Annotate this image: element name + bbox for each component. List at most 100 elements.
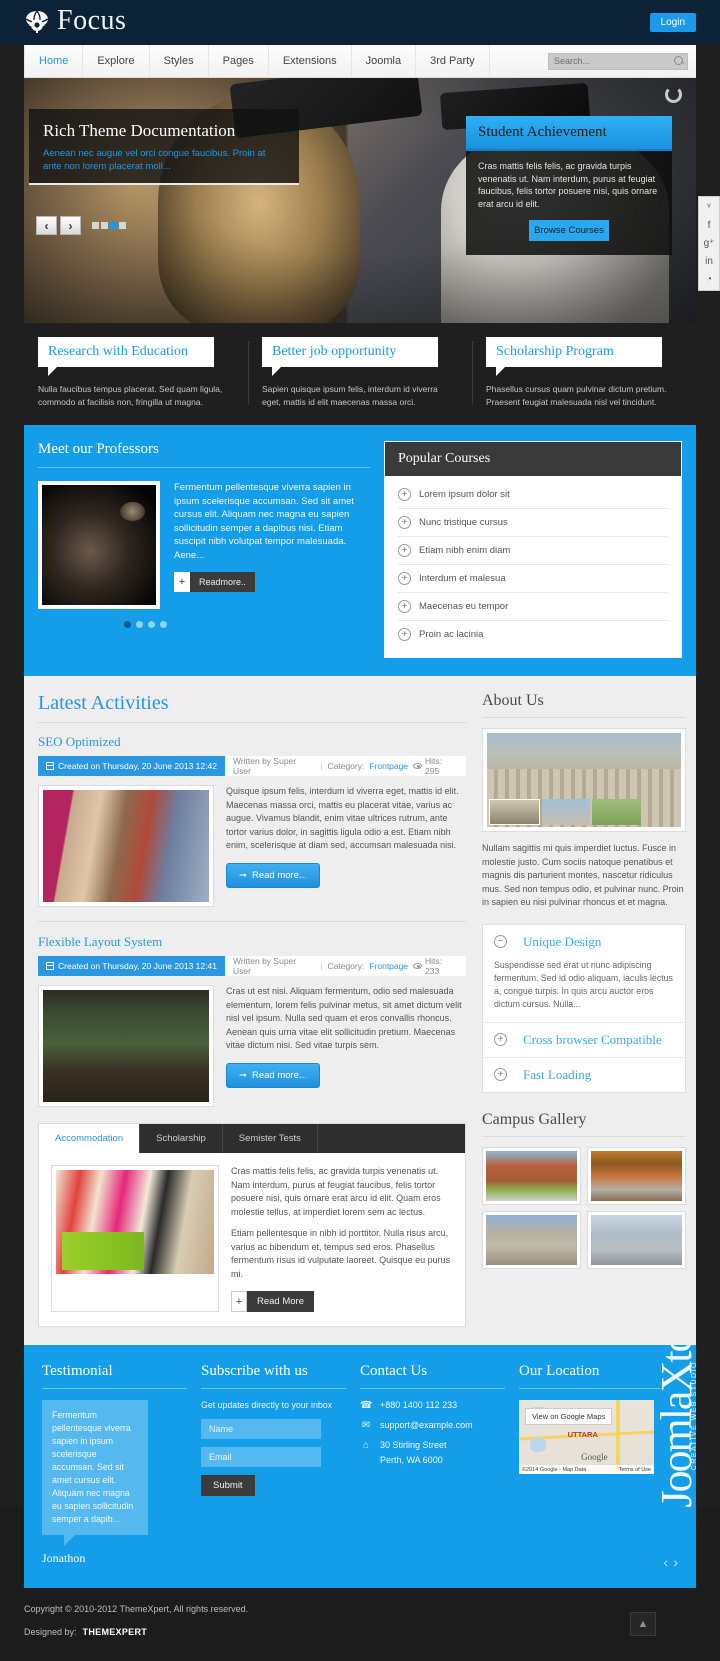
nav-item-explore[interactable]: Explore (83, 45, 150, 77)
facebook-icon[interactable]: f (708, 220, 711, 231)
feature-header: Research with Education (38, 337, 214, 376)
slider-dot[interactable] (119, 222, 126, 229)
subscribe-submit-button[interactable]: Submit (201, 1475, 255, 1496)
feature-text: Nulla faucibus tempus placerat. Sed quam… (38, 384, 223, 407)
gallery-item[interactable] (587, 1146, 686, 1205)
subscribe-name-input[interactable]: Name (201, 1419, 321, 1439)
professor-readmore-button[interactable]: + Readmore.. (174, 572, 256, 592)
tab-paragraph-2: Etiam pellentesque in nibh id porttitor.… (231, 1228, 451, 1279)
subscribe-email-input[interactable]: Email (201, 1447, 321, 1467)
plus-circle-icon: + (494, 1068, 507, 1081)
course-item[interactable]: + Interdum et malesua (398, 565, 668, 593)
accordion-header-unique-design[interactable]: − Unique Design (483, 925, 685, 959)
testimonial-next-button[interactable]: › (673, 1554, 678, 1570)
themexpert-logo[interactable]: THEMEXPERT (83, 1627, 148, 1637)
tab-read-more-button[interactable]: + Read More (231, 1291, 314, 1312)
slider-dots[interactable] (92, 222, 128, 229)
read-more-button[interactable]: ➞ Read more... (226, 862, 320, 888)
slider-dot[interactable] (101, 222, 108, 229)
footer-location: Our Location View on Google Maps UTTARA … (519, 1363, 678, 1566)
accordion-header-cross-browser[interactable]: + Cross browser Compatible (483, 1023, 685, 1057)
contact-email[interactable]: support@example.com (380, 1420, 473, 1430)
googleplus-icon[interactable]: g⁺ (704, 238, 715, 249)
article-date: Created on Thursday, 20 June 2013 12:42 (38, 756, 225, 776)
login-button[interactable]: Login (649, 13, 696, 32)
testimonial-prev-button[interactable]: ‹ (663, 1554, 668, 1570)
course-item[interactable]: + Nunc tristique cursus (398, 509, 668, 537)
nav-item-home[interactable]: Home (24, 45, 84, 77)
contact-address: 30 Stirling Street Perth, WA 6000 (380, 1440, 447, 1465)
popular-courses-module: Popular Courses + Lorem ipsum dolor sit … (384, 441, 682, 658)
course-item[interactable]: + Lorem ipsum dolor sit (398, 481, 668, 509)
article-category[interactable]: Frontpage (369, 761, 408, 771)
nav-item-styles[interactable]: Styles (150, 45, 209, 77)
location-title: Our Location (519, 1363, 664, 1389)
main-content: Latest Activities SEO Optimized Created … (24, 676, 696, 1345)
professor-bio: Fermentum pellentesque viverra sapien in… (174, 482, 355, 561)
tab-accommodation[interactable]: Accommodation (39, 1124, 141, 1153)
professor-body: Fermentum pellentesque viverra sapien in… (38, 481, 370, 609)
scroll-to-top-button[interactable]: ▲ (630, 1612, 656, 1636)
article-meta: Created on Thursday, 20 June 2013 12:41 … (38, 956, 466, 976)
map-terms-link[interactable]: Terms of Use (619, 1467, 651, 1473)
gallery-item[interactable] (482, 1210, 581, 1269)
slider-dot-active[interactable] (110, 222, 117, 229)
gallery-item[interactable] (482, 1146, 581, 1205)
about-thumb-strip[interactable] (489, 799, 641, 825)
view-on-google-maps-button[interactable]: View on Google Maps (525, 1408, 613, 1425)
article-category[interactable]: Frontpage (369, 961, 408, 971)
nav-item-joomla[interactable]: Joomla (352, 45, 417, 77)
gallery-item[interactable] (587, 1210, 686, 1269)
twitter-icon[interactable]: ᵛ (707, 202, 710, 213)
course-item[interactable]: + Etiam nibh enim diam (398, 537, 668, 565)
slider-next-button[interactable]: › (60, 216, 81, 235)
professors-module: Meet our Professors Fermentum pellentesq… (38, 441, 370, 658)
nav-item-3rd-party[interactable]: 3rd Party (416, 45, 490, 77)
course-item[interactable]: + Maecenas eu tempor (398, 593, 668, 621)
accordion-header-fast-loading[interactable]: + Fast Loading (483, 1058, 685, 1092)
testimonial-title: Testimonial (42, 1363, 187, 1389)
globe-gear-icon (24, 8, 50, 34)
calendar-icon (46, 962, 54, 970)
plus-icon: + (231, 1291, 247, 1312)
tab-scholarship[interactable]: Scholarship (140, 1124, 223, 1153)
browse-courses-button[interactable]: Browse Courses (529, 220, 609, 241)
divider (38, 921, 466, 922)
article-title[interactable]: Flexible Layout System (38, 934, 466, 950)
slider-prev-button[interactable]: ‹ (36, 216, 57, 235)
mail-icon: ✉ (361, 1420, 371, 1431)
article-author: Written by Super User (232, 956, 297, 976)
nav-item-pages[interactable]: Pages (209, 45, 269, 77)
course-item[interactable]: + Proin ac lacinia (398, 621, 668, 648)
search-input[interactable]: Search... (548, 52, 688, 70)
professor-dot[interactable] (136, 621, 143, 628)
about-thumb[interactable] (541, 799, 591, 825)
article-thumbnail[interactable] (38, 785, 214, 907)
article-thumbnail[interactable] (38, 985, 214, 1107)
map-credit: ©2014 Google - Map Data (522, 1466, 587, 1473)
article-title[interactable]: SEO Optimized (38, 734, 466, 750)
search-icon[interactable] (674, 55, 683, 65)
main-navigation: Home Explore Styles Pages Extensions Joo… (24, 45, 696, 78)
hero-slider[interactable]: Rich Theme Documentation Aenean nec augu… (24, 78, 696, 323)
about-thumb[interactable] (592, 799, 641, 825)
nav-item-extensions[interactable]: Extensions (269, 45, 352, 77)
professor-dot[interactable] (160, 621, 167, 628)
loading-spinner-icon (665, 86, 682, 103)
accordion-title: Unique Design (523, 933, 602, 949)
footer-subscribe: Subscribe with us Get updates directly t… (201, 1363, 360, 1566)
professor-dot[interactable] (148, 621, 155, 628)
feature-title: Scholarship Program (496, 344, 614, 359)
rss-icon[interactable]: ◔ (706, 274, 712, 285)
designed-by: Designed by: THEMEXPERT (24, 1627, 696, 1637)
professor-dot-active[interactable] (124, 621, 131, 628)
map-widget[interactable]: View on Google Maps UTTARA Google ©2014 … (519, 1400, 654, 1474)
about-thumb[interactable] (489, 799, 540, 825)
brand[interactable]: Focus (24, 6, 126, 36)
google-logo: Google (581, 1452, 608, 1463)
linkedin-icon[interactable]: in (705, 256, 713, 267)
slider-dot[interactable] (92, 222, 99, 229)
tab-semister-tests[interactable]: Semister Tests (223, 1124, 318, 1153)
read-more-button[interactable]: ➞ Read more... (226, 1062, 320, 1088)
professor-pager[interactable] (124, 621, 370, 628)
